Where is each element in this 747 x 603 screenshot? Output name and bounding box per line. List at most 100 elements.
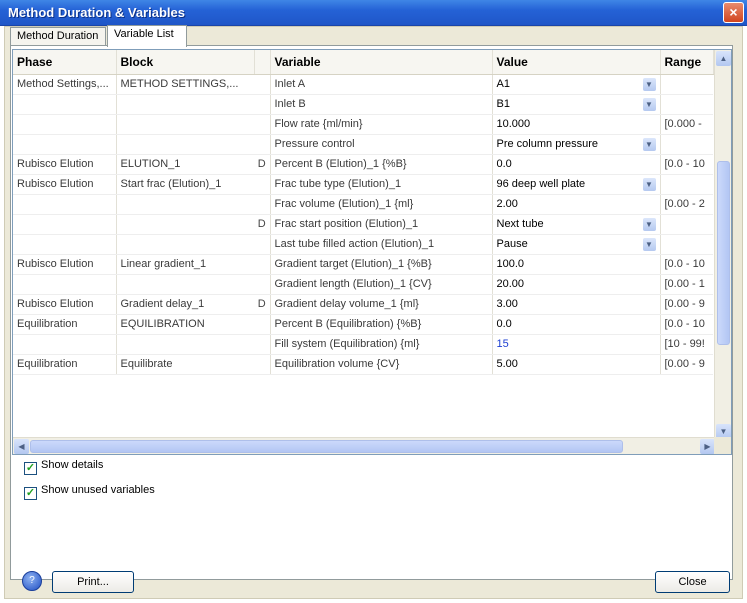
column-header-flag[interactable] [254, 50, 271, 75]
range-cell-text: [0.000 - [664, 118, 702, 130]
chevron-down-icon[interactable]: ▼ [642, 137, 656, 151]
chevron-down-icon[interactable]: ▼ [642, 97, 656, 111]
title-bar[interactable]: Method Duration & Variables × [0, 0, 747, 26]
variable-cell: Gradient length (Elution)_1 {CV} [270, 274, 493, 295]
table-row[interactable]: Inlet B B1 ▼ [13, 94, 713, 115]
tab-method-duration[interactable]: Method Duration [10, 27, 106, 46]
range-cell: [0.0 - 10 [660, 314, 713, 335]
column-header-range[interactable]: Range [660, 50, 714, 75]
phase-cell-text: Rubisco Elution [17, 158, 94, 170]
variable-cell-text: Fill system (Equilibration) {ml} [274, 338, 420, 350]
flag-cell [254, 134, 271, 155]
variable-cell: Frac volume (Elution)_1 {ml} [270, 194, 493, 215]
vertical-scrollbar[interactable]: ▲ ▼ [714, 50, 731, 440]
phase-cell-text: Rubisco Elution [17, 298, 94, 310]
range-cell [660, 74, 713, 95]
value-cell[interactable]: 100.0 [492, 254, 661, 275]
table-row[interactable]: Equilibration EQUILIBRATION Percent B (Equ… [13, 314, 713, 335]
column-header-value[interactable]: Value [492, 50, 661, 75]
phase-cell: Equilibration [13, 314, 117, 335]
variable-cell: Inlet A [270, 74, 493, 95]
value-cell[interactable]: 96 deep well plate ▼ [492, 174, 661, 195]
range-cell-text: [0.00 - 2 [664, 198, 705, 210]
show-details-checkbox[interactable]: ✓ [24, 462, 37, 475]
value-cell[interactable]: 0.0 [492, 154, 661, 175]
value-cell[interactable]: 20.00 [492, 274, 661, 295]
horizontal-scroll-thumb[interactable] [30, 440, 623, 453]
value-cell[interactable]: A1 ▼ [492, 74, 661, 95]
help-icon[interactable]: ? [22, 571, 42, 591]
flag-cell [254, 334, 271, 355]
print-button[interactable]: Print... [52, 571, 134, 593]
value-cell[interactable]: 3.00 [492, 294, 661, 315]
chevron-down-icon[interactable]: ▼ [642, 217, 656, 231]
scroll-up-icon[interactable]: ▲ [716, 51, 731, 66]
variable-cell-text: Inlet B [274, 98, 306, 110]
variable-cell: Gradient target (Elution)_1 {%B} [270, 254, 493, 275]
column-header-phase[interactable]: Phase [13, 50, 117, 75]
variable-cell-text: Inlet A [274, 78, 306, 90]
table-row[interactable]: Rubisco Elution Gradient delay_1 D Gradient… [13, 294, 713, 315]
table-row[interactable]: Equilibration Equilibrate Equilibration vo… [13, 354, 713, 375]
phase-cell [13, 274, 117, 295]
show-details-option[interactable]: ✓ Show details [24, 459, 103, 475]
value-cell-text: 10.000 [496, 118, 531, 130]
value-cell[interactable]: Pause ▼ [492, 234, 661, 255]
table-row[interactable]: Fill system (Equilibration) {ml} 15 [10 - … [13, 334, 713, 355]
table-row[interactable]: Rubisco Elution Start frac (Elution)_1 Fra… [13, 174, 713, 195]
close-icon[interactable]: × [723, 2, 744, 23]
range-cell [660, 174, 713, 195]
table-row[interactable]: Pressure control Pre column pressure ▼ [13, 134, 713, 155]
value-cell[interactable]: 10.000 [492, 114, 661, 135]
flag-cell-text: D [257, 158, 266, 170]
phase-cell: Equilibration [13, 354, 117, 375]
show-unused-variables-label: Show unused variables [41, 484, 155, 496]
table-row[interactable]: D Frac start position (Elution)_1 Next tub… [13, 214, 713, 235]
column-header-variable[interactable]: Variable [270, 50, 493, 75]
table-row[interactable]: Method Settings,... METHOD SETTINGS,... In… [13, 74, 713, 95]
close-button[interactable]: Close [655, 571, 730, 593]
table-row[interactable]: Frac volume (Elution)_1 {ml} 2.00 [0.00 - … [13, 194, 713, 215]
table-row[interactable]: Last tube filled action (Elution)_1 Pause… [13, 234, 713, 255]
value-cell[interactable]: 15 [492, 334, 661, 355]
value-cell-text: B1 [496, 98, 510, 110]
vertical-scroll-thumb[interactable] [717, 161, 730, 345]
variable-cell: Frac start position (Elution)_1 [270, 214, 493, 235]
value-cell[interactable]: Pre column pressure ▼ [492, 134, 661, 155]
flag-cell-text: D [257, 218, 266, 230]
phase-cell: Rubisco Elution [13, 174, 117, 195]
show-unused-variables-option[interactable]: ✓ Show unused variables [24, 484, 155, 500]
chevron-down-icon[interactable]: ▼ [642, 237, 656, 251]
show-unused-variables-checkbox[interactable]: ✓ [24, 487, 37, 500]
block-cell [116, 114, 254, 135]
range-cell [660, 134, 713, 155]
variable-cell-text: Last tube filled action (Elution)_1 [274, 238, 435, 250]
chevron-down-icon[interactable]: ▼ [642, 77, 656, 91]
variable-grid[interactable]: Phase Block Variable Value Range Method … [12, 49, 732, 455]
value-cell[interactable]: B1 ▼ [492, 94, 661, 115]
variable-cell-text: Flow rate {ml/min} [274, 118, 363, 130]
range-cell-text: [0.0 - 10 [664, 318, 705, 330]
table-row[interactable]: Flow rate {ml/min} 10.000 [0.000 - [13, 114, 713, 135]
value-cell[interactable]: 5.00 [492, 354, 661, 375]
value-cell-text: 0.0 [496, 158, 512, 170]
phase-cell [13, 334, 117, 355]
phase-cell: Method Settings,... [13, 74, 117, 95]
flag-cell [254, 74, 271, 95]
tab-variable-list[interactable]: Variable List [107, 25, 187, 47]
column-header-block[interactable]: Block [116, 50, 255, 75]
value-cell[interactable]: 2.00 [492, 194, 661, 215]
block-cell: Linear gradient_1 [116, 254, 254, 275]
flag-cell [254, 114, 271, 135]
table-row[interactable]: Gradient length (Elution)_1 {CV} 20.00 [0.… [13, 274, 713, 295]
chevron-down-icon[interactable]: ▼ [642, 177, 656, 191]
horizontal-scrollbar[interactable]: ◀ ▶ [13, 437, 716, 454]
table-row[interactable]: Rubisco Elution Linear gradient_1 Gradient… [13, 254, 713, 275]
phase-cell [13, 114, 117, 135]
value-cell[interactable]: 0.0 [492, 314, 661, 335]
value-cell[interactable]: Next tube ▼ [492, 214, 661, 235]
block-cell-text: Equilibrate [120, 358, 173, 370]
scroll-left-icon[interactable]: ◀ [14, 439, 29, 454]
scroll-right-icon[interactable]: ▶ [700, 439, 715, 454]
table-row[interactable]: Rubisco Elution ELUTION_1 D Percent B (Elut… [13, 154, 713, 175]
